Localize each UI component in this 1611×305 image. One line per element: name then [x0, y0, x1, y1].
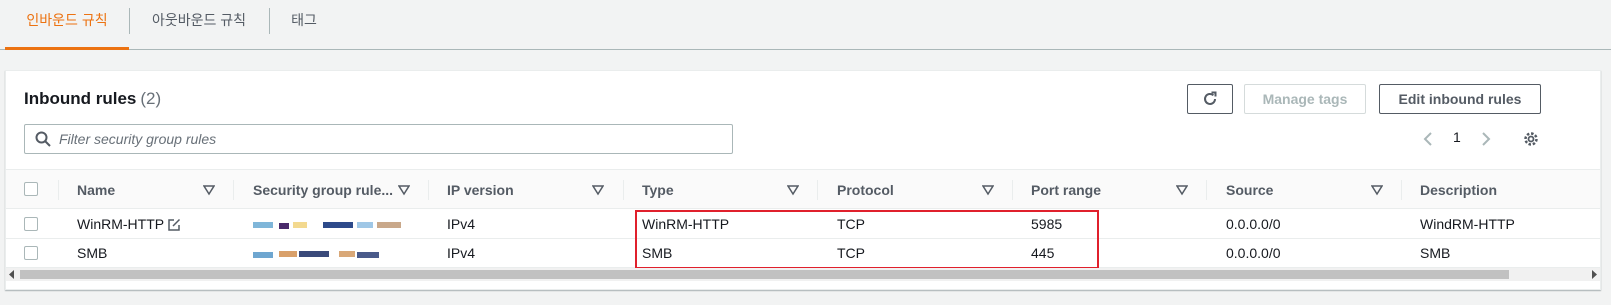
sort-icon[interactable]	[592, 184, 604, 196]
sort-icon[interactable]	[1371, 184, 1383, 196]
column-header-source[interactable]: Source	[1226, 170, 1273, 210]
sort-icon[interactable]	[398, 184, 410, 196]
edit-inbound-rules-button[interactable]: Edit inbound rules	[1379, 84, 1541, 114]
panel-title-text: Inbound rules	[24, 89, 137, 108]
tab-divider	[269, 8, 270, 34]
highlight-box	[635, 210, 1099, 269]
redaction-block	[377, 222, 401, 228]
column-header-security-group-rule[interactable]: Security group rule...	[253, 170, 393, 210]
cell-description: WindRM-HTTP	[1420, 216, 1515, 232]
current-page[interactable]: 1	[1453, 129, 1461, 145]
tab-outbound-rules[interactable]: 아웃바운드 규칙	[135, 0, 263, 49]
horizontal-scrollbar[interactable]	[6, 268, 1600, 281]
sort-icon[interactable]	[787, 184, 799, 196]
column-header-type[interactable]: Type	[642, 170, 674, 210]
cell-security-group-rule-redacted	[253, 239, 413, 268]
cell-security-group-rule-redacted	[253, 210, 413, 239]
column-divider	[1401, 180, 1402, 200]
settings-icon[interactable]	[1522, 130, 1540, 148]
column-header-ip-version[interactable]: IP version	[447, 170, 514, 210]
tab-inbound-rules[interactable]: 인바운드 규칙	[5, 0, 129, 50]
column-divider	[623, 180, 624, 200]
redaction-block	[253, 222, 273, 228]
column-divider	[1206, 180, 1207, 200]
scroll-right-icon[interactable]	[1590, 270, 1598, 279]
sort-icon[interactable]	[1176, 184, 1188, 196]
cell-name: WinRM-HTTP	[77, 216, 165, 232]
redaction-block	[323, 222, 353, 228]
column-header-description[interactable]: Description	[1420, 170, 1497, 210]
cell-source: 0.0.0.0/0	[1226, 216, 1281, 232]
column-divider	[1012, 180, 1013, 200]
redaction-block	[293, 222, 307, 228]
panel-title: Inbound rules (2)	[24, 89, 161, 109]
redaction-block	[253, 252, 273, 258]
sort-icon[interactable]	[203, 184, 215, 196]
row-checkbox[interactable]	[24, 246, 38, 260]
sort-icon[interactable]	[982, 184, 994, 196]
row-checkbox[interactable]	[24, 217, 38, 231]
chevron-left-icon[interactable]	[1422, 131, 1434, 147]
select-all-checkbox[interactable]	[24, 182, 38, 196]
column-divider	[233, 180, 234, 200]
tab-tags[interactable]: 태그	[280, 0, 328, 49]
redaction-block	[357, 222, 373, 228]
scrollbar-thumb[interactable]	[20, 270, 1509, 279]
search-placeholder: Filter security group rules	[59, 131, 217, 147]
search-icon	[35, 131, 51, 147]
redaction-block	[299, 251, 329, 257]
manage-tags-button[interactable]: Manage tags	[1244, 84, 1366, 114]
refresh-icon	[1204, 91, 1217, 105]
cell-source: 0.0.0.0/0	[1226, 245, 1281, 261]
redaction-block	[357, 252, 379, 258]
rule-count: (2)	[140, 89, 162, 108]
redaction-block	[279, 223, 289, 229]
cell-description: SMB	[1420, 245, 1451, 261]
column-divider	[58, 180, 59, 200]
search-field[interactable]: Filter security group rules	[24, 124, 733, 154]
cell-name: SMB	[77, 245, 108, 261]
column-divider	[817, 180, 818, 200]
scroll-left-icon[interactable]	[8, 270, 16, 279]
redaction-block	[279, 251, 297, 257]
column-header-port-range[interactable]: Port range	[1031, 170, 1101, 210]
chevron-right-icon[interactable]	[1480, 131, 1492, 147]
tab-divider	[129, 8, 130, 34]
redaction-block	[339, 251, 355, 257]
refresh-button[interactable]	[1187, 84, 1233, 114]
table-header: Name Security group rule... IP version T…	[6, 169, 1600, 210]
inbound-rules-panel: Inbound rules (2) Manage tags Edit inboun…	[5, 70, 1601, 290]
column-header-protocol[interactable]: Protocol	[837, 170, 894, 210]
column-divider	[428, 180, 429, 200]
cell-ip-version: IPv4	[447, 216, 476, 232]
edit-icon[interactable]	[167, 218, 181, 232]
column-header-name[interactable]: Name	[77, 170, 115, 210]
cell-ip-version: IPv4	[447, 245, 476, 261]
tab-bar: 인바운드 규칙 아웃바운드 규칙 태그	[0, 0, 1611, 50]
